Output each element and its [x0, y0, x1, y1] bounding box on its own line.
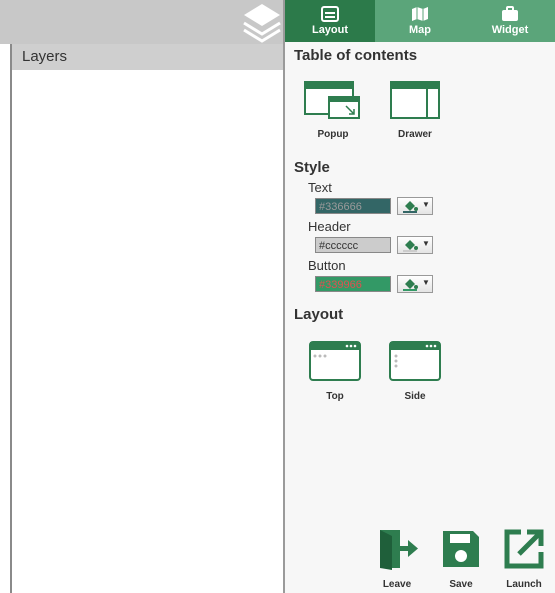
briefcase-icon: [502, 6, 518, 21]
text-color-picker-button[interactable]: ▼: [397, 197, 433, 215]
layers-panel: Layers: [0, 44, 284, 593]
chevron-down-icon: ▼: [422, 278, 430, 287]
tab-widget-label: Widget: [491, 24, 529, 36]
layers-icon: [243, 4, 281, 43]
toc-title: Table of contents: [294, 47, 418, 64]
paint-bucket-icon: [403, 240, 418, 252]
chevron-down-icon: ▼: [422, 239, 430, 248]
layout-option-top-label: Top: [326, 391, 344, 402]
button-color-picker-button[interactable]: ▼: [397, 275, 433, 293]
style-text-label: Text: [308, 180, 332, 195]
tab-bar: Layout Map Widget: [285, 0, 555, 42]
layers-panel-title: Layers: [12, 44, 284, 70]
save-button[interactable]: Save: [436, 528, 486, 590]
toc-option-drawer[interactable]: Drawer: [385, 80, 445, 140]
map-icon: [412, 7, 428, 21]
leave-button[interactable]: Leave: [372, 528, 422, 590]
tab-widget[interactable]: Widget: [465, 0, 555, 42]
style-button-label: Button: [308, 258, 346, 273]
tab-map[interactable]: Map: [375, 0, 465, 42]
launch-icon: [504, 529, 544, 569]
settings-panel: Layout Map Widget Table of contents Popu…: [285, 0, 555, 593]
save-icon: [443, 531, 479, 567]
layout-side-icon: [389, 341, 441, 381]
paint-bucket-icon: [403, 201, 418, 213]
layout-title: Layout: [294, 306, 344, 323]
layers-panel-rule: [10, 44, 12, 593]
leave-icon: [380, 530, 418, 570]
layout-option-side[interactable]: Side: [385, 340, 445, 402]
popup-icon: [304, 81, 360, 119]
style-title: Style: [294, 159, 330, 176]
toc-option-popup[interactable]: Popup: [303, 80, 363, 140]
tab-map-label: Map: [409, 24, 431, 36]
leave-button-label: Leave: [382, 579, 412, 590]
header-color-picker-button[interactable]: ▼: [397, 236, 433, 254]
toc-option-popup-label: Popup: [317, 129, 349, 140]
style-header-label: Header: [308, 219, 351, 234]
save-button-label: Save: [449, 579, 473, 590]
tab-layout[interactable]: Layout: [285, 0, 375, 42]
drawer-icon: [390, 81, 440, 119]
header-color-field[interactable]: #cccccc: [315, 237, 391, 253]
layout-icon: [321, 6, 339, 22]
layout-top-icon: [309, 341, 361, 381]
tab-layout-label: Layout: [311, 24, 349, 36]
toc-option-drawer-label: Drawer: [398, 129, 432, 140]
layout-option-side-label: Side: [404, 391, 426, 402]
layout-option-top[interactable]: Top: [305, 340, 365, 402]
launch-button[interactable]: Launch: [499, 528, 549, 590]
button-color-field[interactable]: #339966: [315, 276, 391, 292]
chevron-down-icon: ▼: [422, 200, 430, 209]
text-color-field[interactable]: #336666: [315, 198, 391, 214]
paint-bucket-icon: [403, 279, 418, 291]
layers-toggle-button[interactable]: [240, 2, 284, 44]
launch-button-label: Launch: [506, 579, 542, 590]
